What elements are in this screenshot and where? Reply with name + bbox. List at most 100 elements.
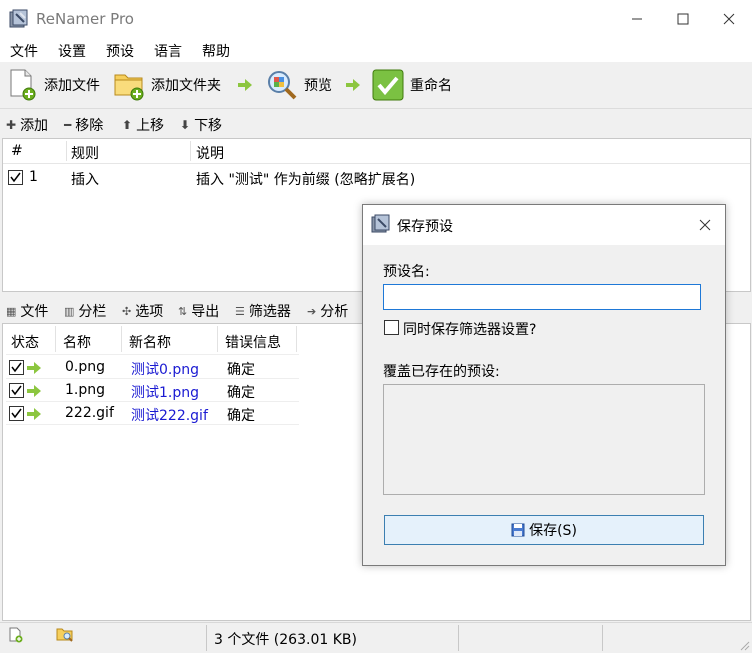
- arrow-right-icon: [238, 79, 252, 91]
- add-file-small-icon[interactable]: [8, 627, 24, 643]
- renamer-app-icon: [9, 9, 28, 28]
- close-icon: [723, 13, 735, 25]
- rename-label: 重命名: [410, 78, 452, 94]
- file-name: 0.png: [65, 359, 106, 375]
- floppy-disk-icon: [511, 523, 525, 537]
- col-status[interactable]: 状态: [11, 332, 39, 352]
- rule-checkbox[interactable]: [8, 170, 23, 185]
- save-filters-checkbox[interactable]: [384, 320, 399, 335]
- add-folders-button[interactable]: 添加文件夹: [113, 68, 221, 102]
- rules-header: # 规则 说明: [3, 139, 750, 164]
- dialog-title: 保存预设: [397, 219, 453, 235]
- status-bar: 3 个文件 (263.01 KB): [0, 622, 752, 653]
- col-new-name[interactable]: 新名称: [129, 332, 171, 352]
- arrow-right-icon: [27, 385, 41, 397]
- arrow-right-icon: [346, 79, 360, 91]
- close-button[interactable]: [706, 0, 752, 38]
- remove-rule-label: 移除: [75, 118, 104, 134]
- add-files-button[interactable]: 添加文件: [8, 68, 100, 102]
- menu-language[interactable]: 语言: [154, 41, 182, 61]
- col-error[interactable]: 错误信息: [225, 332, 281, 352]
- rename-button[interactable]: 重命名: [372, 68, 452, 102]
- dialog-title-bar: 保存预设: [363, 205, 725, 245]
- columns-menu-label: 分栏: [78, 304, 107, 320]
- analyze-menu-button[interactable]: ➔ 分析: [307, 301, 348, 321]
- col-number[interactable]: #: [11, 143, 23, 159]
- renamer-app-icon: [371, 214, 390, 233]
- menu-file[interactable]: 文件: [10, 41, 38, 61]
- file-new-name: 测试1.png: [131, 385, 200, 401]
- save-filters-label[interactable]: 同时保存筛选器设置?: [403, 319, 536, 339]
- col-rule[interactable]: 规则: [71, 143, 99, 163]
- save-button[interactable]: 保存(S): [384, 515, 704, 545]
- rule-number: 1: [29, 169, 38, 185]
- add-folder-icon: [114, 74, 144, 101]
- options-menu-label: 选项: [135, 304, 164, 320]
- col-description[interactable]: 说明: [196, 143, 224, 163]
- add-rule-button[interactable]: ✚ 添加: [6, 115, 48, 135]
- check-icon: [11, 385, 22, 396]
- preview-button[interactable]: 预览: [266, 68, 332, 102]
- move-down-label: 下移: [194, 118, 223, 134]
- close-icon: [699, 219, 711, 231]
- resize-grip-icon[interactable]: [738, 639, 750, 651]
- check-icon: [10, 172, 21, 183]
- dialog-close-button[interactable]: [685, 205, 725, 245]
- remove-rule-button[interactable]: ━ 移除: [64, 115, 103, 135]
- existing-presets-list[interactable]: [383, 384, 705, 495]
- minimize-button[interactable]: [614, 0, 660, 38]
- file-error: 确定: [227, 408, 255, 424]
- save-button-label: 保存(S): [529, 523, 577, 539]
- minimize-icon: [632, 18, 642, 20]
- menu-presets[interactable]: 预设: [106, 41, 134, 61]
- options-menu-button[interactable]: ✣ 选项: [122, 301, 163, 321]
- add-files-label: 添加文件: [44, 78, 100, 94]
- folder-search-icon[interactable]: [56, 626, 74, 642]
- maximize-icon: [677, 13, 689, 25]
- columns-menu-button[interactable]: ▥ 分栏: [64, 301, 106, 321]
- file-checkbox[interactable]: [9, 383, 24, 398]
- export-icon: ⇅: [178, 304, 188, 318]
- preset-name-input[interactable]: [383, 284, 701, 310]
- file-new-name: 测试0.png: [131, 362, 200, 378]
- file-error: 确定: [227, 385, 255, 401]
- col-name[interactable]: 名称: [63, 332, 91, 352]
- check-icon: [11, 362, 22, 373]
- magnifier-icon: [268, 71, 297, 100]
- rule-description: 插入 "测试" 作为前缀 (忽略扩展名): [196, 172, 416, 188]
- file-error: 确定: [227, 362, 255, 378]
- export-menu-button[interactable]: ⇅ 导出: [178, 301, 219, 321]
- maximize-button[interactable]: [660, 0, 706, 38]
- files-menu-label: 文件: [20, 304, 49, 320]
- move-up-button[interactable]: ⬆ 上移: [122, 115, 164, 135]
- columns-icon: ▥: [64, 304, 75, 318]
- arrow-down-icon: ⬇: [180, 118, 191, 132]
- add-rule-label: 添加: [20, 118, 49, 134]
- options-icon: ✣: [122, 304, 132, 318]
- filters-menu-button[interactable]: ☰ 筛选器: [235, 301, 291, 321]
- window-title: ReNamer Pro: [36, 10, 134, 28]
- filters-menu-label: 筛选器: [248, 304, 291, 320]
- menu-settings[interactable]: 设置: [58, 41, 86, 61]
- add-file-icon: [10, 69, 36, 101]
- move-up-label: 上移: [136, 118, 165, 134]
- main-toolbar: 添加文件 添加文件夹 预览 重命名: [0, 62, 752, 109]
- file-checkbox[interactable]: [9, 360, 24, 375]
- analyze-menu-label: 分析: [320, 304, 349, 320]
- files-icon: ▦: [6, 304, 17, 318]
- file-new-name: 测试222.gif: [131, 408, 208, 424]
- checkmark-icon: [372, 69, 404, 101]
- move-down-button[interactable]: ⬇ 下移: [180, 115, 222, 135]
- export-menu-label: 导出: [191, 304, 220, 320]
- arrow-right-icon: [27, 362, 41, 374]
- analyze-icon: ➔: [307, 304, 317, 318]
- arrow-right-icon: [27, 408, 41, 420]
- menu-bar: 文件 设置 预设 语言 帮助: [0, 38, 752, 62]
- files-menu-button[interactable]: ▦ 文件: [6, 301, 48, 321]
- check-icon: [11, 408, 22, 419]
- plus-icon: ✚: [6, 118, 17, 132]
- file-checkbox[interactable]: [9, 406, 24, 421]
- arrow-up-icon: ⬆: [122, 118, 133, 132]
- menu-help[interactable]: 帮助: [202, 41, 230, 61]
- minus-icon: ━: [64, 118, 72, 132]
